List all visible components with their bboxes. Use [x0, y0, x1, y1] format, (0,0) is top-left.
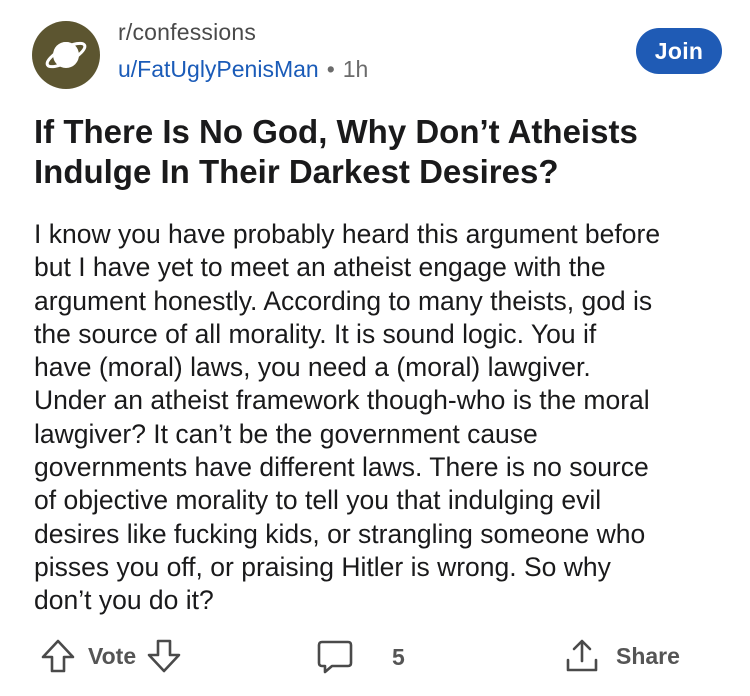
subreddit-avatar[interactable] — [32, 21, 100, 89]
post-title[interactable]: If There Is No God, Why Don’t Atheists I… — [34, 112, 724, 192]
comment-bubble-icon — [317, 640, 353, 674]
arrow-up-icon[interactable] — [40, 638, 76, 674]
planet-icon — [45, 41, 87, 69]
arrow-down-icon[interactable] — [146, 638, 182, 674]
post-meta: r/confessions u/FatUglyPenisMan • 1h — [118, 18, 368, 84]
post-age: 1h — [342, 56, 369, 82]
vote-control: Vote — [40, 638, 182, 674]
join-button[interactable]: Join — [636, 28, 722, 74]
post-actions: Vote 5 Share — [34, 630, 714, 686]
share-button[interactable]: Share — [564, 638, 680, 674]
comments-button[interactable]: 5 — [316, 638, 405, 676]
comment-count: 5 — [392, 643, 405, 670]
post-header: r/confessions u/FatUglyPenisMan • 1h Join — [32, 14, 722, 94]
author-line: u/FatUglyPenisMan • 1h — [118, 54, 368, 84]
share-label: Share — [616, 642, 680, 669]
author-username[interactable]: u/FatUglyPenisMan — [118, 56, 319, 82]
subreddit-name[interactable]: r/confessions — [118, 18, 368, 46]
meta-separator: • — [326, 56, 335, 82]
post-body: I know you have probably heard this argu… — [34, 219, 661, 616]
vote-label: Vote — [88, 642, 137, 669]
share-icon — [566, 639, 598, 672]
